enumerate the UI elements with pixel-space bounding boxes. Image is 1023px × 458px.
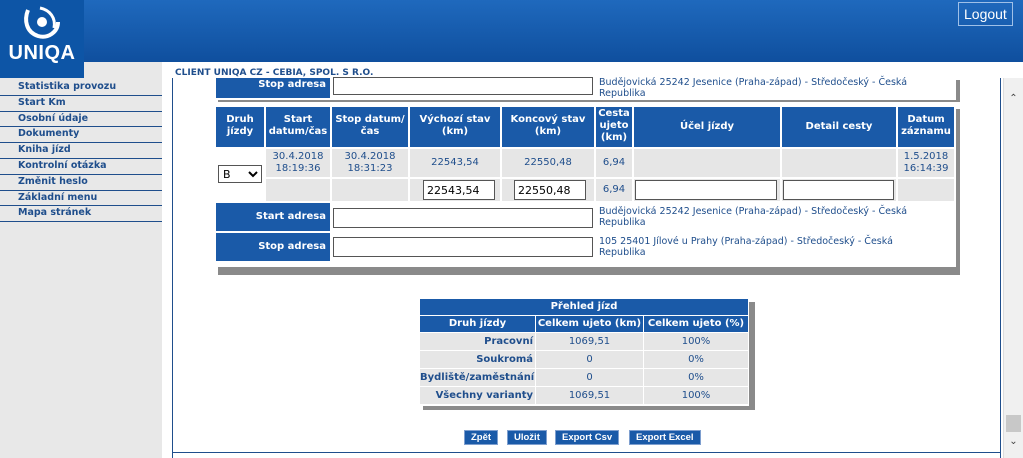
stop-date: 30.4.2018 (344, 151, 396, 162)
content-panel-bottom-border (172, 452, 1001, 453)
sidebar-item-zakladni-menu[interactable]: Základní menu (0, 191, 162, 207)
summary-row-pct: 0% (644, 351, 748, 368)
save-button[interactable]: Uložit (507, 430, 547, 445)
edit-cesta-value: 6,94 (596, 179, 632, 201)
sidebar-item-kniha-jizd[interactable]: Kniha jízd (0, 143, 162, 159)
koncovy-stav-input[interactable] (514, 180, 586, 200)
export-csv-button[interactable]: Export Csv (555, 430, 620, 445)
summary-row-pct: 100% (644, 387, 748, 404)
detail-cesty-input[interactable] (783, 180, 894, 200)
logo-text: UNIQA (8, 42, 76, 64)
summary-row-pct: 0% (644, 369, 748, 386)
cesta-ujeto-value: 6,94 (596, 149, 632, 177)
edit-ucel-cell (634, 179, 780, 201)
sidebar-item-dokumenty[interactable]: Dokumenty (0, 127, 162, 144)
logout-button[interactable]: Logout (958, 2, 1013, 26)
trip-table: Druh jízdy Start datum/čas Stop datum/ča… (214, 105, 956, 267)
start-datetime-cell: 30.4.2018 18:19:36 (266, 149, 330, 177)
summary-row-druh: Bydliště/zaměstnání (420, 369, 535, 386)
col-ucel-jizdy: Účel jízdy (634, 107, 780, 147)
sidebar-item-kontrolni-otazka[interactable]: Kontrolní otázka (0, 159, 162, 175)
summary-row-druh: Všechny varianty (420, 387, 535, 404)
edit-stop-empty (332, 179, 408, 201)
sidebar: Statistika provozu Start Km Osobní údaje… (0, 80, 162, 223)
scroll-down-icon[interactable]: ⌄ (1005, 433, 1022, 450)
stop-adresa-input[interactable] (333, 237, 593, 257)
start-time: 18:19:36 (275, 163, 321, 174)
stop-adresa-text: 105 25401 Jílové u Prahy (Praha-západ) -… (599, 236, 951, 258)
summary-table: Přehled jízd Druh jízdy Celkem ujeto (km… (419, 298, 749, 406)
ucel-jizdy-value (634, 149, 780, 177)
summary-row-pct: 100% (644, 333, 748, 350)
sidebar-item-osobni-udaje[interactable]: Osobní údaje (0, 112, 162, 128)
summary-title: Přehled jízd (420, 299, 748, 315)
stop-time: 18:31:23 (347, 163, 393, 174)
druh-jizdy-select[interactable]: B (218, 165, 262, 183)
scrollbar-thumb[interactable] (1006, 415, 1021, 432)
summary-row-km: 1069,51 (536, 387, 643, 404)
summary-row-druh: Soukromá (420, 351, 535, 368)
fragment-address-line1: Budějovická 25242 Jesenice (Praha-západ)… (599, 77, 908, 88)
uniqa-logo-icon (24, 6, 60, 39)
back-button[interactable]: Zpět (464, 430, 499, 445)
start-adresa-text: Budějovická 25242 Jesenice (Praha-západ)… (599, 206, 951, 228)
summary-row-km: 0 (536, 369, 643, 386)
detail-cesty-value (782, 149, 896, 177)
ucel-jizdy-input[interactable] (635, 180, 777, 200)
start-date: 30.4.2018 (272, 151, 324, 162)
stop-adresa-label: Stop adresa (216, 233, 330, 261)
vertical-scrollbar[interactable]: ⌃ ⌄ (1003, 78, 1023, 458)
export-excel-button[interactable]: Export Excel (629, 430, 701, 445)
edit-start-empty (266, 179, 330, 201)
summary-row-druh: Pracovní (420, 333, 535, 350)
fragment-address-line2: Republika (599, 88, 646, 99)
start-adresa-label: Start adresa (216, 203, 330, 231)
col-stop: Stop datum/čas (332, 107, 408, 147)
scroll-up-icon[interactable]: ⌃ (1005, 90, 1022, 107)
start-adresa-input[interactable] (333, 208, 593, 228)
summary-row-km: 1069,51 (536, 333, 643, 350)
col-vychozi-stav: Výchozí stav (km) (410, 107, 500, 147)
col-cesta-ujeto: Cesta ujeto (km) (596, 107, 632, 147)
stop-datetime-cell: 30.4.2018 18:31:23 (332, 149, 408, 177)
start-address-line1: Budějovická 25242 Jesenice (Praha-západ)… (599, 206, 908, 217)
summary-row-km: 0 (536, 351, 643, 368)
vychozi-stav-value: 22543,54 (410, 149, 500, 177)
col-koncovy-stav: Koncový stav (km) (502, 107, 594, 147)
vychozi-stav-input[interactable] (423, 180, 495, 200)
start-address-line2: Republika (599, 217, 646, 228)
col-start: Start datum/čas (266, 107, 330, 147)
fragment-stop-address-text: Budějovická 25242 Jesenice (Praha-západ)… (599, 77, 951, 99)
trip-fragment: Stop adresa Budějovická 25242 Jesenice (… (214, 77, 956, 100)
edit-detail-cell (782, 179, 896, 201)
edit-koncovy-cell (502, 179, 594, 201)
sidebar-item-mapa-stranek[interactable]: Mapa stránek (0, 206, 162, 223)
datum-time: 16:14:39 (903, 163, 949, 174)
datum-date: 1.5.2018 (903, 151, 949, 162)
sidebar-item-statistika[interactable]: Statistika provozu (0, 80, 162, 96)
datum-zaznamu-cell: 1.5.2018 16:14:39 (898, 149, 954, 177)
sidebar-item-start-km[interactable]: Start Km (0, 96, 162, 112)
summary-col-km: Celkem ujeto (km) (536, 316, 643, 332)
col-druh-jizdy: Druh jízdy (216, 107, 264, 147)
fragment-stop-address-input[interactable] (333, 77, 593, 95)
stop-address-line2: Republika (599, 247, 646, 258)
edit-vychozi-cell (410, 179, 500, 201)
koncovy-stav-value: 22550,48 (502, 149, 594, 177)
col-detail-cesty: Detail cesty (782, 107, 896, 147)
edit-datum-empty (898, 179, 954, 201)
fragment-stop-label: Stop adresa (216, 78, 330, 98)
stop-address-line1: 105 25401 Jílové u Prahy (Praha-západ) -… (599, 236, 893, 247)
col-datum-zaznamu: Datum záznamu (898, 107, 954, 147)
uniqa-logo[interactable]: UNIQA (0, 0, 84, 78)
summary-col-druh: Druh jízdy (420, 316, 535, 332)
summary-col-pct: Celkem ujeto (%) (644, 316, 748, 332)
druh-cell: B (216, 149, 264, 199)
sidebar-item-zmenit-heslo[interactable]: Změnit heslo (0, 175, 162, 191)
header-banner (0, 0, 1023, 62)
